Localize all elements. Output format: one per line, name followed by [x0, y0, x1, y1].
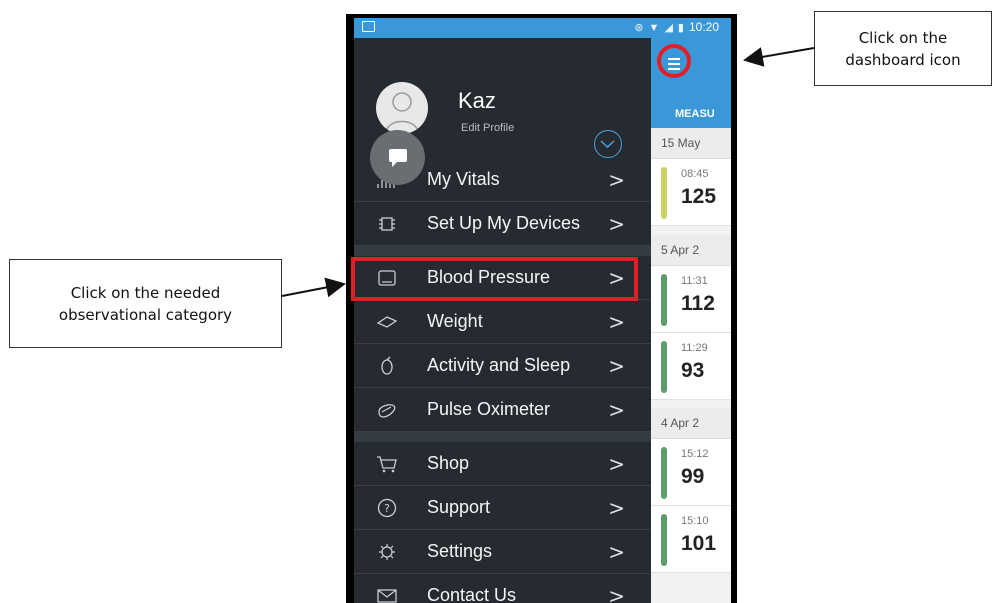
reading-time: 08:45: [681, 168, 709, 180]
reading-status-bar: [661, 167, 667, 219]
chat-button[interactable]: [370, 130, 425, 185]
signal-icon: ◢: [664, 21, 673, 34]
edit-profile-link[interactable]: Edit Profile: [461, 122, 514, 134]
arrow-to-dashboard: [743, 47, 815, 67]
account-expand-button[interactable]: [594, 130, 622, 158]
menu-label: My Vitals: [427, 169, 500, 189]
menu-item-settings[interactable]: Settings >: [354, 530, 651, 574]
status-bar: ⊛ ▼ ◢ ▮ 10:20: [354, 18, 731, 38]
chip-icon: [379, 217, 395, 231]
question-icon: ?: [377, 498, 397, 518]
mail-icon: [377, 589, 397, 603]
date-header: 5 Apr 2: [651, 235, 731, 266]
menu-divider: [354, 246, 651, 256]
gallery-notification-icon: [362, 21, 375, 32]
oximeter-icon: [378, 404, 396, 418]
menu-label: Pulse Oximeter: [427, 399, 551, 419]
watch-icon: [381, 356, 393, 375]
navigation-drawer: Kaz Edit Profile My Vitals > Set Up My D…: [354, 38, 651, 603]
chevron-down-icon: [600, 140, 615, 149]
reading-value: 101: [681, 532, 717, 555]
menu-item-set-up-my-devices[interactable]: Set Up My Devices >: [354, 202, 651, 246]
svg-text:?: ?: [384, 502, 390, 515]
reading-status-bar: [661, 341, 667, 393]
date-label: 15 May: [661, 136, 701, 150]
menu-label: Settings: [427, 541, 493, 561]
menu-item-support[interactable]: ? Support >: [354, 486, 651, 530]
date-header: 4 Apr 2: [651, 408, 731, 439]
reading-value: 99: [681, 465, 705, 488]
battery-icon: ▮: [677, 21, 684, 34]
reading-value: 93: [681, 359, 705, 382]
date-label: 4 Apr 2: [661, 416, 700, 430]
reading-value: 125: [681, 185, 717, 208]
reading-row[interactable]: 11:31 112: [651, 266, 731, 333]
arrow-to-category: [281, 277, 346, 298]
reading-time: 11:31: [681, 275, 708, 287]
date-label: 5 Apr 2: [661, 243, 700, 257]
date-header: 15 May: [651, 128, 731, 159]
menu-label: Contact Us: [427, 585, 517, 603]
menu-item-weight[interactable]: Weight >: [354, 300, 651, 344]
reading-status-bar: [661, 514, 667, 566]
menu-label: Weight: [427, 311, 483, 331]
chevron-right-icon: >: [608, 168, 625, 192]
tab-measurements[interactable]: MEASU: [675, 108, 715, 120]
chevron-right-icon: >: [608, 212, 625, 236]
chevron-right-icon: >: [608, 354, 625, 378]
hamburger-icon: [668, 58, 680, 73]
menu-item-pulse-oximeter[interactable]: Pulse Oximeter >: [354, 388, 651, 432]
reading-status-bar: [661, 447, 667, 499]
reading-time: 15:10: [681, 515, 709, 527]
app-header: MEASU: [651, 38, 731, 128]
reading-status-bar: [661, 274, 667, 326]
wifi-icon: ▼: [648, 21, 660, 34]
chevron-right-icon: >: [608, 310, 625, 334]
gear-icon: [379, 544, 395, 560]
reading-row[interactable]: 11:29 93: [651, 333, 731, 400]
menu-item-shop[interactable]: Shop >: [354, 442, 651, 486]
chevron-right-icon: >: [608, 496, 625, 520]
reading-value: 112: [681, 292, 715, 315]
menu-divider: [354, 432, 651, 442]
drawer-menu: My Vitals > Set Up My Devices > Blood Pr…: [354, 158, 651, 603]
cart-icon: [377, 456, 397, 473]
user-silhouette-icon: [385, 92, 419, 133]
measurements-panel: MEASU 15 May 08:45 125 5 Apr 2 11:31 112…: [651, 38, 731, 603]
menu-label: Shop: [427, 453, 470, 473]
chevron-right-icon: >: [608, 398, 625, 422]
phone-screen: ⊛ ▼ ◢ ▮ 10:20 Kaz Edit Profile My Vitals…: [346, 14, 737, 603]
chevron-right-icon: >: [608, 540, 625, 564]
status-time: 10:20: [688, 20, 719, 34]
bluetooth-icon: ⊛: [634, 21, 644, 34]
chevron-right-icon: >: [608, 452, 625, 476]
scale-icon: [376, 316, 398, 328]
chat-bubble-icon: [389, 149, 407, 167]
dashboard-menu-button[interactable]: [657, 44, 691, 78]
reading-row[interactable]: 15:10 101: [651, 506, 731, 573]
chevron-right-icon: >: [608, 584, 625, 603]
menu-label: Support: [427, 497, 491, 517]
reading-time: 11:29: [681, 342, 708, 354]
profile-name: Kaz: [458, 88, 496, 113]
menu-item-activity-and-sleep[interactable]: Activity and Sleep >: [354, 344, 651, 388]
avatar[interactable]: [376, 82, 428, 134]
menu-label: Activity and Sleep: [427, 355, 571, 375]
blood-pressure-highlight: [351, 257, 638, 301]
reading-row[interactable]: 15:12 99: [651, 439, 731, 506]
reading-row[interactable]: 08:45 125: [651, 159, 731, 226]
reading-time: 15:12: [681, 448, 709, 460]
menu-item-contact-us[interactable]: Contact Us >: [354, 574, 651, 603]
menu-label: Set Up My Devices: [427, 213, 581, 233]
